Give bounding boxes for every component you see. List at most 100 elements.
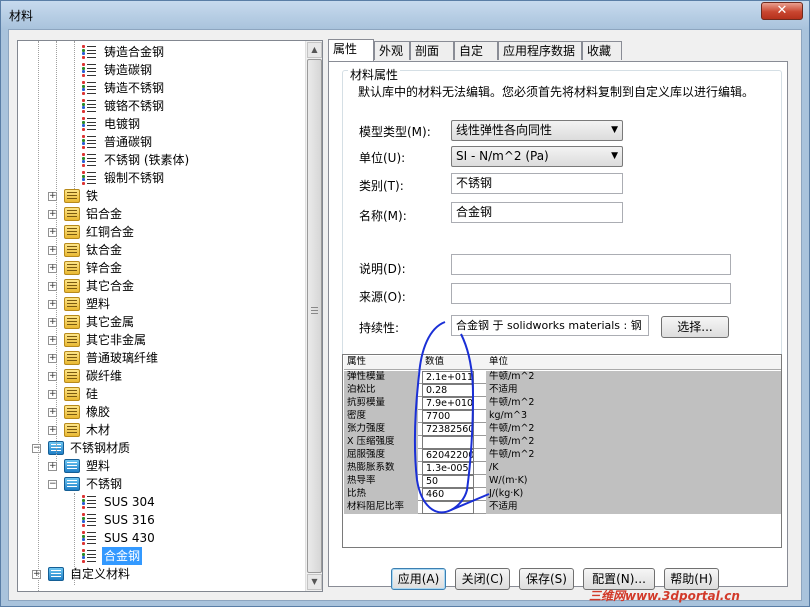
materials-dialog: 材料 ✕ ▲ ▼ 铸造合金钢 铸造碳钢 铸造不锈钢 镀铬不锈钢 电镀钢 普通碳钢 不锈钢 (… <box>0 0 810 607</box>
source-field[interactable] <box>451 283 731 304</box>
tree-item-label: 铁 <box>86 189 99 203</box>
tree-item-label: 电镀钢 <box>104 117 141 131</box>
apply-button[interactable]: 应用(A) <box>391 568 446 590</box>
tree-item-label: 镀铬不锈钢 <box>104 99 165 113</box>
tab-0[interactable]: 属性 <box>328 39 374 61</box>
model-type-dropdown[interactable]: 线性弹性各向同性 ▼ <box>451 120 623 141</box>
edit-note: 默认库中的材料无法编辑。您必须首先将材料复制到自定义库以进行编辑。 <box>358 85 755 99</box>
tab-3[interactable]: 自定义 <box>454 41 498 76</box>
tree-item-label: 塑料 <box>86 459 111 473</box>
model-type-label: 模型类型(M): <box>359 125 431 139</box>
sustainability-label: 持续性: <box>359 321 400 335</box>
library-folder-icon <box>64 459 80 473</box>
material-icon <box>82 63 96 77</box>
material-icon <box>82 549 96 563</box>
window-title: 材料 <box>9 9 34 23</box>
folder-icon <box>64 405 80 419</box>
tree-item-label: 普通碳钢 <box>104 135 153 149</box>
tree-item-label: 锌合金 <box>86 261 123 275</box>
tree-item-label: 橡胶 <box>86 405 111 419</box>
tree-item-label: SUS 304 <box>104 495 155 509</box>
tree-item-label: 其它合金 <box>86 279 135 293</box>
tree-item-label: 不锈钢 (铁素体) <box>104 153 190 167</box>
tree-item-label: 其它金属 <box>86 315 135 329</box>
tree-item-label: 硅 <box>86 387 99 401</box>
name-field[interactable]: 合金钢 <box>451 202 623 223</box>
title-bar: 材料 ✕ <box>1 1 809 29</box>
tree-item-label: 碳纤维 <box>86 369 123 383</box>
expand-icon[interactable]: + <box>48 462 57 471</box>
tree-connector-line <box>74 493 75 585</box>
library-folder-icon <box>64 477 80 491</box>
chevron-down-icon: ▼ <box>611 151 618 161</box>
tab-1[interactable]: 外观 <box>374 41 410 60</box>
units-label: 单位(U): <box>359 151 406 165</box>
material-icon <box>82 99 96 113</box>
tab-2[interactable]: 剖面线 <box>410 41 454 76</box>
unit-cell: W/(m·K) <box>486 475 781 488</box>
unit-cell: 牛顿/m^2 <box>486 436 781 449</box>
tree-item-label: 其它非金属 <box>86 333 147 347</box>
material-icon <box>82 45 96 59</box>
folder-icon <box>64 243 80 257</box>
tree-scrollbar[interactable]: ▲ ▼ <box>305 41 322 591</box>
hand-drawn-annotation <box>413 321 490 514</box>
unit-cell: 牛顿/m^2 <box>486 423 781 436</box>
unit-cell: /K <box>486 462 781 475</box>
model-type-value: 线性弹性各向同性 <box>456 123 553 137</box>
folder-icon <box>64 225 80 239</box>
tree-item-label: 普通玻璃纤维 <box>86 351 159 365</box>
tree-item-label: 钛合金 <box>86 243 123 257</box>
material-icon <box>82 495 96 509</box>
tree-item-label: 铸造合金钢 <box>104 45 165 59</box>
collapse-icon[interactable]: − <box>48 480 57 489</box>
close-button[interactable]: 关闭(C) <box>455 568 510 590</box>
expand-icon[interactable]: + <box>32 570 41 579</box>
tree-item-label: 锻制不锈钢 <box>104 171 165 185</box>
folder-icon <box>64 351 80 365</box>
select-button[interactable]: 选择... <box>661 316 729 338</box>
tree-connector-line <box>56 41 57 461</box>
units-value: SI - N/m^2 (Pa) <box>456 149 549 163</box>
tree-item-label: 铝合金 <box>86 207 123 221</box>
folder-icon <box>64 387 80 401</box>
units-dropdown[interactable]: SI - N/m^2 (Pa) ▼ <box>451 146 623 167</box>
material-tree: ▲ ▼ 铸造合金钢 铸造碳钢 铸造不锈钢 镀铬不锈钢 电镀钢 普通碳钢 不锈钢 (铁素体) 锻… <box>17 40 323 592</box>
folder-icon <box>64 423 80 437</box>
description-label: 说明(D): <box>359 262 406 276</box>
close-window-button[interactable]: ✕ <box>761 2 803 20</box>
category-field[interactable]: 不锈钢 <box>451 173 623 194</box>
tab-4[interactable]: 应用程序数据 <box>498 41 582 60</box>
tree-item-label: 不锈钢 <box>86 477 123 491</box>
material-icon <box>82 81 96 95</box>
library-icon <box>48 567 64 581</box>
folder-icon <box>64 297 80 311</box>
unit-cell: 牛顿/m^2 <box>486 397 781 410</box>
scroll-down-arrow-icon[interactable]: ▼ <box>307 574 322 590</box>
material-icon <box>82 513 96 527</box>
unit-cell: 牛顿/m^2 <box>486 371 781 384</box>
unit-cell: 牛顿/m^2 <box>486 449 781 462</box>
column-header: 单位 <box>489 356 509 367</box>
save-button[interactable]: 保存(S) <box>519 568 574 590</box>
unit-cell: kg/m^3 <box>486 410 781 423</box>
tab-5[interactable]: 收藏 <box>582 41 622 60</box>
folder-icon <box>64 261 80 275</box>
tree-connector-line <box>74 41 75 189</box>
material-icon <box>82 117 96 131</box>
scroll-thumb[interactable] <box>307 59 322 573</box>
category-label: 类别(T): <box>359 179 404 193</box>
scroll-up-arrow-icon[interactable]: ▲ <box>307 42 322 58</box>
unit-cell: J/(kg·K) <box>486 488 781 501</box>
material-icon <box>82 153 96 167</box>
unit-cell: 不适用 <box>486 501 781 514</box>
dialog-client: ▲ ▼ 铸造合金钢 铸造碳钢 铸造不锈钢 镀铬不锈钢 电镀钢 普通碳钢 不锈钢 (铁素体) 锻… <box>8 29 802 601</box>
tree-item-label: 塑料 <box>86 297 111 311</box>
tree-item-label: SUS 316 <box>104 513 155 527</box>
folder-icon <box>64 207 80 221</box>
tree-item-label: 铸造碳钢 <box>104 63 153 77</box>
name-label: 名称(M): <box>359 209 407 223</box>
source-label: 来源(O): <box>359 290 406 304</box>
collapse-icon[interactable]: − <box>32 444 41 453</box>
description-field[interactable] <box>451 254 731 275</box>
